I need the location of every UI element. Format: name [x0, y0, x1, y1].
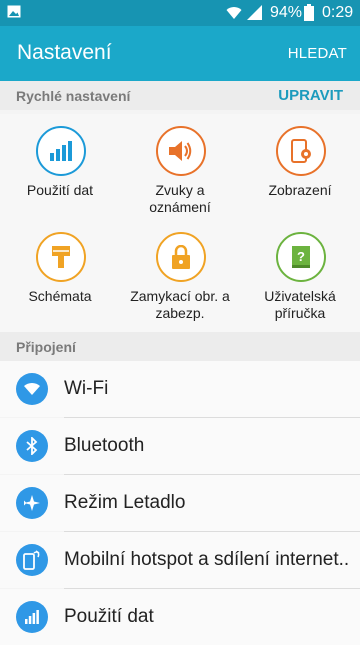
- list-item-wifi[interactable]: Wi-Fi: [0, 361, 360, 417]
- quick-tile-label: Zvuky a oznámení: [149, 182, 211, 215]
- quick-tile-themes[interactable]: Schémata: [0, 220, 120, 325]
- quick-settings-header: Rychlé nastavení UPRAVIT: [0, 81, 360, 110]
- list-item-label: Mobilní hotspot a sdílení internet..: [64, 549, 349, 570]
- app-bar: Nastavení HLEDAT: [0, 26, 360, 81]
- list-item-label: Wi-Fi: [64, 378, 109, 399]
- search-button[interactable]: HLEDAT: [288, 45, 347, 62]
- list-item-bluetooth[interactable]: Bluetooth: [0, 418, 360, 474]
- signal-strength-icon: [247, 5, 262, 20]
- page-title: Nastavení: [17, 41, 112, 64]
- data-usage-icon: [36, 126, 86, 176]
- display-icon: [276, 126, 326, 176]
- edit-button[interactable]: UPRAVIT: [278, 87, 343, 104]
- list-item-label: Použití dat: [64, 606, 154, 627]
- quick-tile-data-usage[interactable]: Použití dat: [0, 114, 120, 219]
- quick-tile-sounds[interactable]: Zvuky a oznámení: [120, 114, 240, 219]
- quick-tile-label: Použití dat: [26, 182, 94, 198]
- list-item-airplane-mode[interactable]: Režim Letadlo: [0, 475, 360, 531]
- quick-tile-label: Zobrazení: [268, 182, 332, 198]
- hotspot-icon: [16, 544, 48, 576]
- quick-tile-display[interactable]: Zobrazení: [240, 114, 360, 219]
- battery-icon: [304, 4, 314, 21]
- connections-title: Připojení: [16, 339, 76, 355]
- gallery-notification-icon: [7, 5, 21, 18]
- lock-icon: [156, 232, 206, 282]
- quick-tile-label: Zamykací obr. a zabezp.: [130, 288, 230, 321]
- brush-icon: [36, 232, 86, 282]
- quick-tile-label: Uživatelská příručka: [264, 288, 336, 321]
- list-item-label: Bluetooth: [64, 435, 145, 456]
- quick-tile-lock-screen[interactable]: Zamykací obr. a zabezp.: [120, 220, 240, 325]
- quick-settings-title: Rychlé nastavení: [16, 88, 131, 104]
- quick-tile-user-manual[interactable]: ? Uživatelská příručka: [240, 220, 360, 325]
- clock: 0:29: [322, 4, 354, 21]
- bluetooth-icon: [16, 430, 48, 462]
- help-book-icon: ?: [276, 232, 326, 282]
- airplane-icon: [16, 487, 48, 519]
- list-item-data-usage[interactable]: Použití dat: [0, 589, 360, 645]
- wifi-status-icon: [226, 7, 242, 19]
- quick-settings-grid: Použití dat Zvuky a oznámení Zobrazení S…: [0, 114, 360, 332]
- wifi-icon: [16, 373, 48, 405]
- sound-icon: [156, 126, 206, 176]
- battery-percent: 94%: [270, 4, 303, 21]
- list-item-label: Režim Letadlo: [64, 492, 186, 513]
- connections-header: Připojení: [0, 332, 360, 361]
- list-item-hotspot[interactable]: Mobilní hotspot a sdílení internet..: [0, 532, 360, 588]
- data-usage-icon: [16, 601, 48, 633]
- quick-tile-label: Schémata: [28, 288, 92, 304]
- status-bar: 94% 0:29: [0, 0, 360, 26]
- svg-text:?: ?: [297, 249, 305, 264]
